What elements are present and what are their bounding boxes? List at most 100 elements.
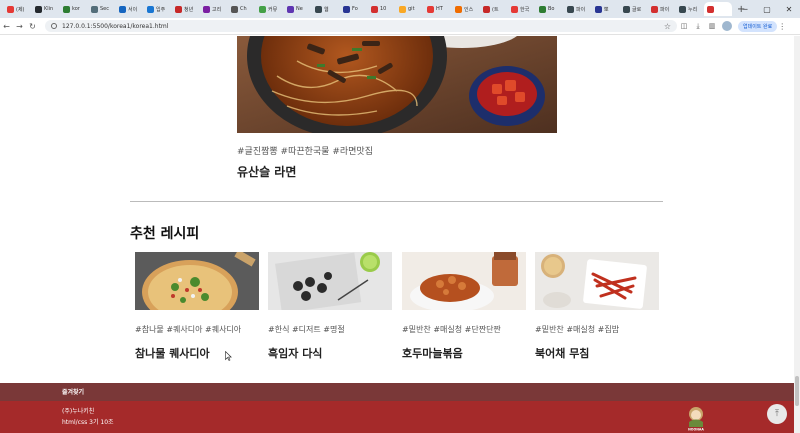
browser-tab[interactable]: 10: [368, 2, 395, 16]
tab-favicon-icon: [175, 5, 182, 13]
tab-favicon-icon: [483, 5, 490, 13]
walnut-garlic-photo: [402, 252, 526, 310]
browser-tab[interactable]: kor: [60, 2, 87, 16]
tab-label: 청년: [184, 6, 194, 13]
browser-tab[interactable]: HT: [424, 2, 451, 16]
page-content: #글진짬뽕 #따끈한국물 #라면맛집 유산슬 라면 추천 레시피 #참나물 #퀘…: [0, 36, 794, 433]
recipe-card-name[interactable]: 북어채 무침: [535, 345, 659, 361]
browser-tab[interactable]: 인스: [452, 2, 479, 16]
browser-tab[interactable]: (트: [480, 2, 507, 16]
class-info: html/css 3기 10조: [62, 419, 114, 426]
browser-tab[interactable]: [704, 2, 732, 16]
recipe-card-tags: #밑반찬 #매실청 #단짠단짠: [402, 325, 501, 334]
recipe-card[interactable]: #밑반찬 #매실청 #집밥 북어채 무침: [535, 252, 659, 361]
url-bar[interactable]: 127.0.0.1:5500/korea1/korea1.html ☆: [45, 20, 677, 32]
tab-label: 파이: [660, 6, 670, 13]
recipe-card-name[interactable]: 호두마늘볶음: [402, 345, 526, 361]
tab-label: 누리: [688, 6, 698, 13]
scroll-to-top-button[interactable]: ⤒: [767, 404, 787, 424]
main-recipe-title[interactable]: 유산슬 라면: [237, 163, 296, 180]
page-scrollbar[interactable]: [794, 36, 800, 433]
browser-menu-icon[interactable]: ⋮: [777, 22, 787, 31]
bookmark-star-icon[interactable]: ☆: [664, 22, 671, 31]
browser-tab[interactable]: Klin: [32, 2, 59, 16]
browser-tab[interactable]: 고리: [200, 2, 227, 16]
svg-text:NOONAA: NOONAA: [688, 428, 704, 432]
browser-tab[interactable]: git: [396, 2, 423, 16]
tab-label: 파이: [576, 6, 586, 13]
recipe-card-tags: #밑반찬 #매실청 #집밥: [535, 325, 620, 334]
company-name: (주)누나키친: [62, 408, 95, 415]
browser-tab[interactable]: Ch: [228, 2, 255, 16]
dried-pollack-photo: [535, 252, 659, 310]
browser-tab[interactable]: 입주: [144, 2, 171, 16]
browser-tab-bar: (제) Klin kor Sec 서이 입주 청년 고리 Ch 커뮤 Ne 웹 Fo 10 git HT 인스 (…: [0, 0, 800, 18]
back-icon[interactable]: ←: [0, 22, 13, 31]
download-icon[interactable]: ⤓: [691, 22, 705, 31]
profile-avatar[interactable]: [722, 21, 732, 31]
browser-tab[interactable]: 웹: [312, 2, 339, 16]
tab-label: kor: [72, 6, 80, 12]
tab-label: 10: [380, 6, 387, 12]
window-controls: ─ ▢ ✕: [734, 0, 800, 18]
main-recipe-tags: #글진짬뽕 #따끈한국물 #라면맛집: [237, 147, 373, 157]
tab-label: Ch: [240, 6, 247, 12]
tab-favicon-icon: [119, 5, 126, 13]
update-button[interactable]: 업데이트 완료: [738, 20, 778, 32]
tab-label: (트: [492, 6, 499, 13]
tab-label: 고리: [212, 6, 222, 13]
browser-tab[interactable]: (제): [4, 2, 31, 16]
browser-tab[interactable]: 한국: [508, 2, 535, 16]
mouse-cursor-icon: [225, 351, 232, 361]
favorites-link[interactable]: 즐겨찾기: [62, 387, 84, 396]
side-panel-icon[interactable]: ▥: [705, 22, 719, 30]
browser-tab[interactable]: 파이: [564, 2, 591, 16]
recipe-card-name[interactable]: 흑임자 다식: [268, 345, 392, 361]
reload-icon[interactable]: ↻: [26, 22, 39, 31]
noonaa-logo: NOONAA: [685, 405, 707, 432]
browser-tab[interactable]: Fo: [340, 2, 367, 16]
tab-label: Bo: [548, 6, 555, 12]
url-text: 127.0.0.1:5500/korea1/korea1.html: [62, 22, 169, 30]
browser-tab[interactable]: Ne: [284, 2, 311, 16]
recipe-card[interactable]: #밑반찬 #매실청 #단짠단짠 호두마늘볶음: [402, 252, 526, 361]
tab-label: 웹: [324, 6, 329, 13]
tab-favicon-icon: [539, 5, 546, 13]
browser-tab[interactable]: Sec: [88, 2, 115, 16]
browser-tab[interactable]: 서이: [116, 2, 143, 16]
footer-nav: 즐겨찾기: [0, 383, 794, 401]
browser-tab[interactable]: 청년: [172, 2, 199, 16]
tab-favicon-icon: [287, 5, 294, 13]
maximize-icon[interactable]: ▢: [756, 5, 778, 14]
tab-label: 입주: [156, 6, 166, 13]
recipe-card-name[interactable]: 참나물 퀘사디아: [135, 345, 259, 361]
close-window-icon[interactable]: ✕: [778, 5, 800, 14]
quesadilla-photo: [135, 252, 259, 310]
recipe-card[interactable]: #참나물 #퀘사디아 #퀘사디아 참나물 퀘사디아: [135, 252, 259, 361]
browser-tab[interactable]: Bo: [536, 2, 563, 16]
tab-label: 서이: [128, 6, 138, 13]
tab-label: Klin: [44, 6, 54, 12]
browser-tab[interactable]: 뽀: [592, 2, 619, 16]
tab-favicon-icon: [259, 5, 266, 13]
tab-label: 한국: [520, 6, 530, 13]
extensions-icon[interactable]: ◫: [677, 22, 691, 30]
tab-label: Fo: [352, 6, 358, 12]
scrollbar-thumb[interactable]: [795, 376, 799, 406]
browser-tab[interactable]: 파이: [648, 2, 675, 16]
tab-favicon-icon: [231, 5, 238, 13]
forward-icon[interactable]: →: [13, 22, 26, 31]
site-info-icon[interactable]: [51, 23, 57, 29]
tab-favicon-icon: [371, 5, 378, 13]
tab-label: 커뮤: [268, 6, 278, 13]
recipe-card[interactable]: #한식 #디저트 #명절 흑임자 다식: [268, 252, 392, 361]
tab-favicon-icon: [63, 5, 70, 13]
recommend-section-title: 추천 레시피: [130, 226, 200, 242]
browser-tab[interactable]: 커뮤: [256, 2, 283, 16]
browser-toolbar: ← → ↻ 127.0.0.1:5500/korea1/korea1.html …: [0, 18, 800, 35]
tab-favicon-icon: [203, 5, 210, 13]
minimize-icon[interactable]: ─: [734, 5, 756, 14]
browser-tab[interactable]: 글로: [620, 2, 647, 16]
recipe-card-tags: #한식 #디저트 #명절: [268, 325, 345, 334]
browser-tab[interactable]: 누리: [676, 2, 703, 16]
